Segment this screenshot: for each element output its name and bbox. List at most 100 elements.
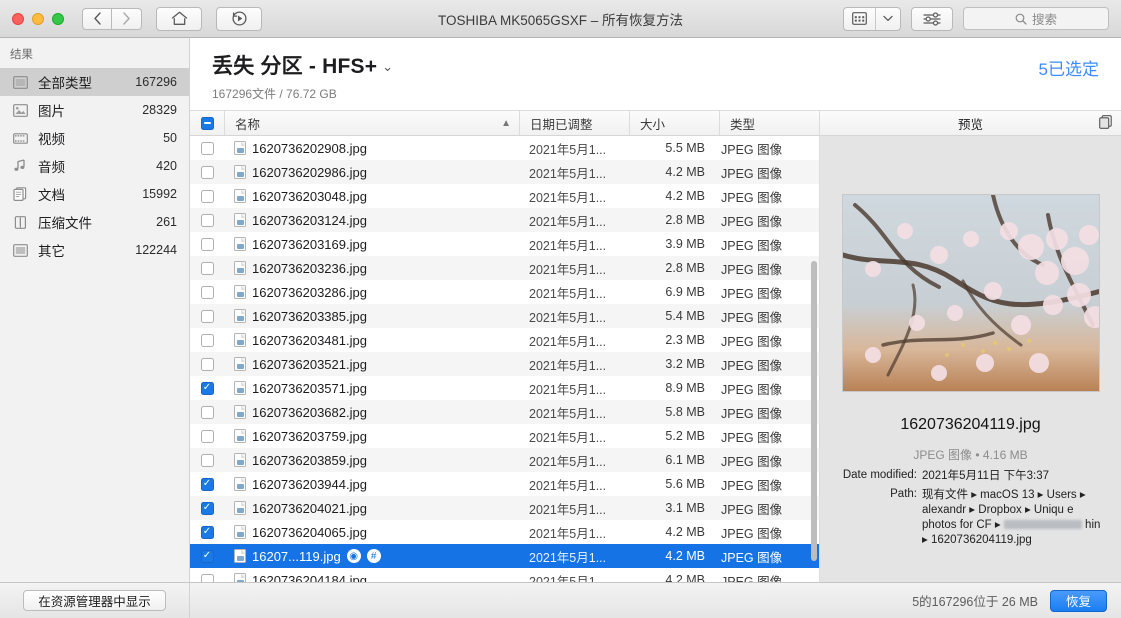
table-row[interactable]: 1620736203759.jpg2021年5月1...5.2 MBJPEG 图… — [190, 424, 819, 448]
row-checkbox[interactable] — [190, 382, 224, 395]
row-date: 2021年5月1... — [519, 283, 629, 302]
partition-dropdown-chevron-icon[interactable]: ⌄ — [382, 59, 393, 74]
search-input[interactable]: 搜索 — [963, 7, 1109, 30]
checkbox-box — [201, 190, 214, 203]
column-header-date[interactable]: 日期已调整 — [519, 111, 629, 135]
close-window-button[interactable] — [12, 13, 24, 25]
row-checkbox[interactable] — [190, 166, 224, 179]
selected-count-label[interactable]: 5已选定 — [1039, 55, 1099, 80]
table-row[interactable]: 16207...119.jpg◉#2021年5月1...4.2 MBJPEG 图… — [190, 544, 819, 568]
row-size: 5.5 MB — [629, 141, 719, 155]
recover-button[interactable]: 恢复 — [1050, 590, 1107, 612]
checkbox-box — [201, 406, 214, 419]
preview-date-value: 2021年5月11日 下午3:37 — [922, 469, 1107, 484]
row-checkbox[interactable] — [190, 550, 224, 563]
table-row[interactable]: 1620736203682.jpg2021年5月1...5.8 MBJPEG 图… — [190, 400, 819, 424]
rescan-button[interactable] — [216, 7, 262, 31]
info-hash-icon[interactable]: # — [367, 549, 381, 563]
row-size: 2.8 MB — [629, 213, 719, 227]
jpeg-file-icon — [234, 357, 246, 371]
table-row[interactable]: 1620736203286.jpg2021年5月1...6.9 MBJPEG 图… — [190, 280, 819, 304]
row-checkbox[interactable] — [190, 358, 224, 371]
row-file-name: 1620736203521.jpg — [252, 357, 367, 372]
row-checkbox[interactable] — [190, 406, 224, 419]
column-header-type[interactable]: 类型 — [719, 111, 819, 135]
row-date: 2021年5月1... — [519, 499, 629, 518]
select-all-checkbox[interactable] — [190, 117, 224, 130]
sidebar-item-count: 122244 — [135, 243, 177, 257]
sidebar-item-3[interactable]: 音频420 — [0, 152, 189, 180]
row-size: 4.2 MB — [629, 189, 719, 203]
row-checkbox[interactable] — [190, 454, 224, 467]
row-checkbox[interactable] — [190, 190, 224, 203]
sidebar-item-count: 261 — [156, 215, 177, 229]
row-checkbox[interactable] — [190, 526, 224, 539]
row-checkbox[interactable] — [190, 238, 224, 251]
row-checkbox[interactable] — [190, 310, 224, 323]
preview-path-line-1: 现有文件 ▸ macOS 13 ▸ Users — [922, 489, 1077, 501]
back-button[interactable] — [82, 8, 112, 30]
row-checkbox[interactable] — [190, 214, 224, 227]
row-name-cell: 1620736203481.jpg — [224, 333, 519, 348]
preview-panel: 预览 — [820, 111, 1121, 582]
table-row[interactable]: 1620736203048.jpg2021年5月1...4.2 MBJPEG 图… — [190, 184, 819, 208]
maximize-window-button[interactable] — [52, 13, 64, 25]
redacted-path-segment — [1004, 520, 1082, 529]
row-type: JPEG 图像 — [719, 211, 819, 230]
table-row[interactable]: 1620736202986.jpg2021年5月1...4.2 MBJPEG 图… — [190, 160, 819, 184]
row-file-name: 1620736202908.jpg — [252, 141, 367, 156]
sidebar-item-5[interactable]: 压缩文件261 — [0, 208, 189, 236]
checkbox-box — [201, 334, 214, 347]
column-header-name[interactable]: 名称 ▲ — [224, 111, 519, 135]
sidebar-heading: 结果 — [0, 38, 189, 68]
table-row[interactable]: 1620736203944.jpg2021年5月1...5.6 MBJPEG 图… — [190, 472, 819, 496]
row-checkbox[interactable] — [190, 574, 224, 583]
checkbox-box — [201, 166, 214, 179]
row-checkbox[interactable] — [190, 142, 224, 155]
row-checkbox[interactable] — [190, 334, 224, 347]
row-checkbox[interactable] — [190, 478, 224, 491]
sidebar-item-6[interactable]: 其它122244 — [0, 236, 189, 264]
footer-left: 在资源管理器中显示 — [0, 583, 190, 618]
column-header-size[interactable]: 大小 — [629, 111, 719, 135]
preview-thumbnail[interactable] — [842, 194, 1100, 392]
sliders-filter-icon — [923, 12, 941, 26]
row-checkbox[interactable] — [190, 262, 224, 275]
sidebar-item-4[interactable]: 文档15992 — [0, 180, 189, 208]
file-list-scrollbar[interactable] — [811, 261, 817, 561]
table-row[interactable]: 1620736203481.jpg2021年5月1...2.3 MBJPEG 图… — [190, 328, 819, 352]
jpeg-file-icon — [234, 261, 246, 275]
sidebar-item-2[interactable]: 视频50 — [0, 124, 189, 152]
row-checkbox[interactable] — [190, 502, 224, 515]
table-row[interactable]: 1620736203571.jpg2021年5月1...8.9 MBJPEG 图… — [190, 376, 819, 400]
preview-eye-icon[interactable]: ◉ — [347, 549, 361, 563]
table-row[interactable]: 1620736203521.jpg2021年5月1...3.2 MBJPEG 图… — [190, 352, 819, 376]
file-rows-container[interactable]: 1620736202908.jpg 2021年5月1... 5.5 MB JPEG 图… — [190, 136, 819, 582]
table-row[interactable]: 1620736203859.jpg2021年5月1...6.1 MBJPEG 图… — [190, 448, 819, 472]
grid-view-button[interactable] — [844, 8, 876, 30]
table-row[interactable]: 1620736204021.jpg2021年5月1...3.1 MBJPEG 图… — [190, 496, 819, 520]
row-checkbox[interactable] — [190, 430, 224, 443]
checkbox-box — [201, 310, 214, 323]
sidebar-item-1[interactable]: 图片28329 — [0, 96, 189, 124]
preview-body: 1620736204119.jpg JPEG 图像 • 4.16 MB Date… — [820, 136, 1121, 582]
reveal-in-explorer-button[interactable]: 在资源管理器中显示 — [23, 590, 166, 611]
table-row[interactable]: 1620736203169.jpg2021年5月1...3.9 MBJPEG 图… — [190, 232, 819, 256]
table-row[interactable]: 1620736203124.jpg2021年5月1...2.8 MBJPEG 图… — [190, 208, 819, 232]
forward-button[interactable] — [112, 8, 142, 30]
home-button[interactable] — [156, 7, 202, 31]
table-row[interactable]: 1620736203236.jpg2021年5月1...2.8 MBJPEG 图… — [190, 256, 819, 280]
sidebar-item-0[interactable]: 全部类型167296 — [0, 68, 189, 96]
table-row[interactable]: 1620736202908.jpg2021年5月1...5.5 MBJPEG 图… — [190, 136, 819, 160]
view-mode-dropdown-button[interactable] — [876, 8, 900, 30]
minimize-window-button[interactable] — [32, 13, 44, 25]
row-checkbox[interactable] — [190, 286, 224, 299]
table-row[interactable]: 1620736203385.jpg2021年5月1...5.4 MBJPEG 图… — [190, 304, 819, 328]
table-row[interactable]: 1620736204065.jpg2021年5月1...4.2 MBJPEG 图… — [190, 520, 819, 544]
filter-settings-button[interactable] — [911, 7, 953, 31]
row-size: 8.9 MB — [629, 381, 719, 395]
table-row[interactable]: 1620736204184.jpg2021年5月1...4.2 MBJPEG 图… — [190, 568, 819, 582]
checkbox-box — [201, 574, 214, 583]
copy-icon[interactable] — [1099, 115, 1112, 132]
checkbox-box — [201, 358, 214, 371]
